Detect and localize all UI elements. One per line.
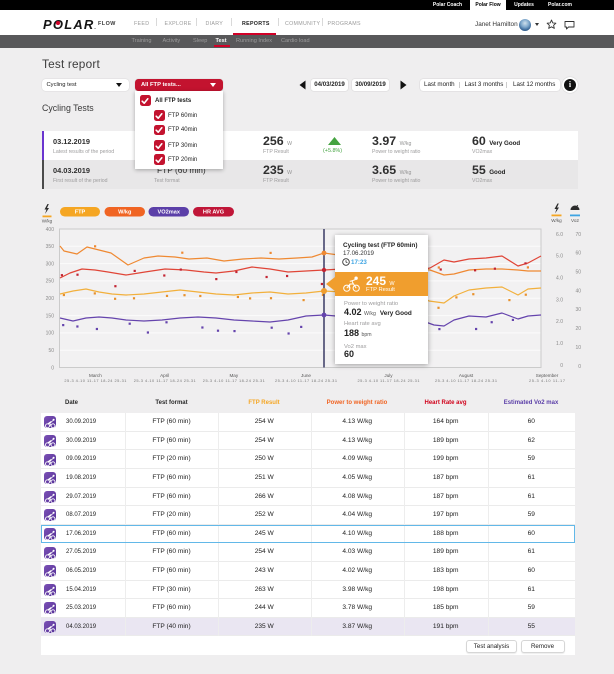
- svg-text:70: 70: [575, 232, 581, 238]
- svg-text:W/kg: W/kg: [551, 218, 562, 223]
- svg-text:50: 50: [48, 348, 54, 354]
- svg-text:VO2max: VO2max: [158, 210, 181, 216]
- svg-text:350: 350: [46, 244, 55, 250]
- svg-text:2.0: 2.0: [556, 319, 563, 325]
- svg-text:25-3 4-10 11-17 18-24 25-31: 25-3 4-10 11-17 18-24 25-31: [64, 378, 126, 383]
- svg-text:0: 0: [560, 363, 563, 369]
- svg-text:HR AVG: HR AVG: [203, 210, 224, 216]
- svg-text:250: 250: [46, 279, 55, 285]
- svg-text:50: 50: [575, 270, 581, 276]
- svg-text:400: 400: [46, 227, 55, 233]
- svg-text:W/kg: W/kg: [118, 210, 132, 216]
- svg-text:1.0: 1.0: [556, 341, 563, 347]
- svg-text:3.0: 3.0: [556, 297, 563, 303]
- svg-text:25-3 4-10 11-17: 25-3 4-10 11-17: [529, 378, 565, 383]
- svg-text:5.0: 5.0: [556, 254, 563, 260]
- svg-text:0: 0: [51, 365, 54, 371]
- svg-text:60: 60: [575, 251, 581, 257]
- svg-text:Vo2: Vo2: [571, 218, 579, 223]
- svg-text:30: 30: [575, 307, 581, 313]
- svg-text:25-3 4-10 11-17 18-24 25-31: 25-3 4-10 11-17 18-24 25-31: [275, 378, 337, 383]
- svg-text:W/kg: W/kg: [42, 219, 53, 224]
- svg-text:300: 300: [46, 261, 55, 267]
- svg-text:0: 0: [578, 364, 581, 370]
- svg-text:25-3 4-10 11-17 18-24 25-31: 25-3 4-10 11-17 18-24 25-31: [435, 378, 497, 383]
- svg-text:4.0: 4.0: [556, 276, 563, 282]
- svg-text:10: 10: [575, 345, 581, 351]
- svg-text:200: 200: [46, 296, 55, 302]
- svg-text:25-3 4-10 11-17 18-24 25-31: 25-3 4-10 11-17 18-24 25-31: [203, 378, 265, 383]
- svg-text:25-3 4-10 11-17 18-24 25-31: 25-3 4-10 11-17 18-24 25-31: [134, 378, 196, 383]
- svg-text:20: 20: [575, 326, 581, 332]
- svg-text:6.0: 6.0: [556, 232, 563, 238]
- svg-text:FTP: FTP: [75, 210, 86, 216]
- svg-text:40: 40: [575, 288, 581, 294]
- svg-text:100: 100: [46, 331, 55, 337]
- svg-text:150: 150: [46, 313, 55, 319]
- svg-text:25-3 4-10 11-17 18-24 25-31: 25-3 4-10 11-17 18-24 25-31: [358, 378, 420, 383]
